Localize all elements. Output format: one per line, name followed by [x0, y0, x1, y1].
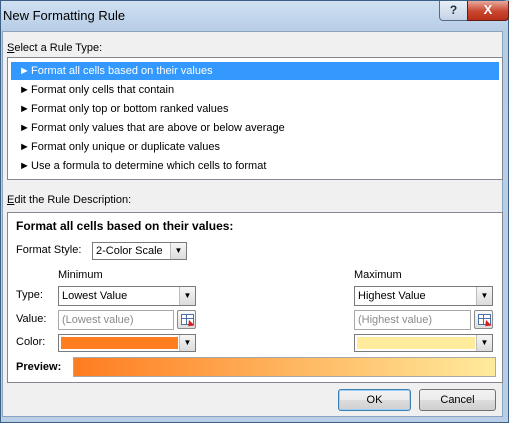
dropdown-arrow-icon[interactable]: ▼: [179, 335, 195, 351]
rule-description-label-text: dit the Rule Description:: [14, 194, 132, 206]
maximum-value-input[interactable]: (Highest value): [354, 310, 471, 330]
minimum-color-picker[interactable]: ▼: [58, 334, 196, 352]
help-button[interactable]: ?: [439, 1, 468, 21]
dialog-title: New Formatting Rule: [3, 8, 126, 23]
rule-type-item[interactable]: ►Format only top or bottom ranked values: [11, 100, 499, 118]
rule-type-item-label: Use a formula to determine which cells t…: [31, 160, 267, 172]
format-style-label: Format Style:: [16, 244, 82, 256]
rule-type-item-label: Format all cells based on their values: [31, 65, 213, 77]
description-heading: Format all cells based on their values:: [16, 219, 234, 233]
dialog-window: New Formatting Rule ? X Select a Rule Ty…: [0, 0, 509, 423]
rule-description-label: Edit the Rule Description:: [7, 194, 131, 206]
bullet-arrow-icon: ►: [19, 122, 30, 134]
maximum-type-value: Highest Value: [358, 290, 426, 302]
minimum-header: Minimum: [58, 269, 103, 281]
bullet-arrow-icon: ►: [19, 84, 30, 96]
rule-description-panel: Format all cells based on their values: …: [7, 212, 503, 383]
rule-type-item[interactable]: ►Format only unique or duplicate values: [11, 138, 499, 156]
collapse-dialog-icon[interactable]: [177, 310, 196, 330]
rule-type-item-label: Format only top or bottom ranked values: [31, 103, 229, 115]
bullet-arrow-icon: ►: [19, 141, 30, 153]
minimum-value-input[interactable]: (Lowest value): [58, 310, 174, 330]
bullet-arrow-icon: ►: [19, 65, 30, 77]
minimum-type-value: Lowest Value: [62, 290, 128, 302]
dropdown-arrow-icon[interactable]: ▼: [179, 287, 195, 305]
rule-type-item[interactable]: ►Format all cells based on their values: [11, 62, 499, 80]
minimum-type-dropdown[interactable]: Lowest Value ▼: [58, 286, 196, 306]
format-style-dropdown[interactable]: 2-Color Scale ▼: [92, 242, 187, 260]
cancel-button[interactable]: Cancel: [419, 389, 496, 411]
ok-button[interactable]: OK: [338, 389, 411, 411]
rule-type-item-label: Format only values that are above or bel…: [31, 122, 285, 134]
rule-type-item[interactable]: ►Format only values that are above or be…: [11, 119, 499, 137]
type-label: Type:: [16, 289, 43, 301]
bullet-arrow-icon: ►: [19, 160, 30, 172]
color-label: Color:: [16, 336, 46, 348]
dropdown-arrow-icon[interactable]: ▼: [170, 243, 186, 259]
rule-type-item[interactable]: ►Format only cells that contain: [11, 81, 499, 99]
rule-type-item-label: Format only unique or duplicate values: [31, 141, 220, 153]
maximum-header: Maximum: [354, 269, 402, 281]
maximum-color-picker[interactable]: ▼: [354, 334, 493, 352]
format-style-value: 2-Color Scale: [96, 245, 163, 257]
minimum-color-swatch: [61, 337, 178, 349]
dropdown-arrow-icon[interactable]: ▼: [476, 335, 492, 351]
rule-type-item[interactable]: ►Use a formula to determine which cells …: [11, 157, 499, 175]
preview-label: Preview:: [16, 361, 62, 373]
rule-type-label: Select a Rule Type:: [7, 42, 102, 54]
rule-type-label-text: elect a Rule Type:: [14, 42, 103, 54]
close-button[interactable]: X: [467, 1, 509, 21]
title-bar[interactable]: New Formatting Rule ? X: [1, 1, 509, 31]
rule-type-list[interactable]: ►Format all cells based on their values …: [7, 57, 503, 180]
dialog-body: Select a Rule Type: ►Format all cells ba…: [2, 31, 503, 417]
maximum-type-dropdown[interactable]: Highest Value ▼: [354, 286, 493, 306]
rule-type-item-label: Format only cells that contain: [31, 84, 175, 96]
bullet-arrow-icon: ►: [19, 103, 30, 115]
collapse-dialog-icon[interactable]: [474, 310, 493, 330]
color-scale-preview: [73, 357, 496, 377]
maximum-color-swatch: [357, 337, 475, 349]
value-label: Value:: [16, 313, 47, 325]
dropdown-arrow-icon[interactable]: ▼: [476, 287, 492, 305]
